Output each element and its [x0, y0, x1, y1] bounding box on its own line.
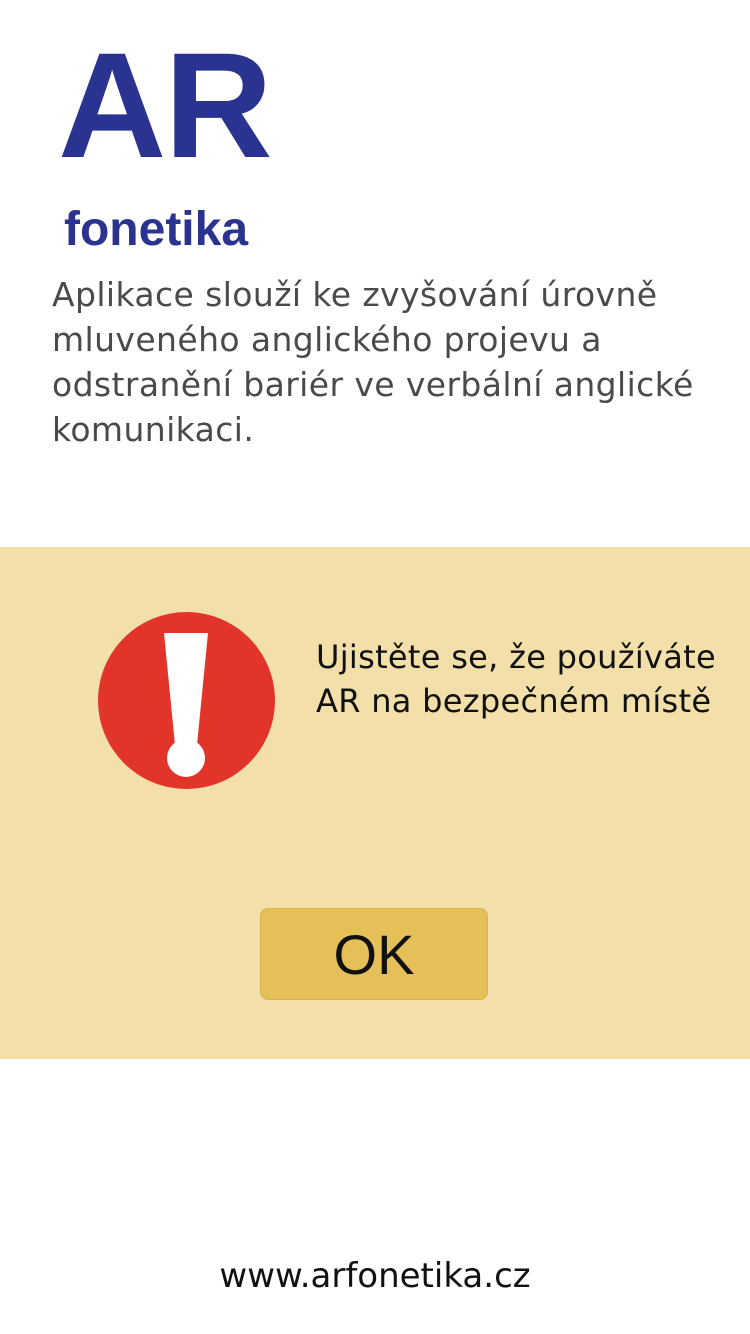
- app-description: Aplikace slouží ke zvyšování úrovně mluv…: [52, 275, 694, 449]
- ok-button[interactable]: OK: [260, 908, 488, 1000]
- logo-title: AR: [58, 21, 273, 189]
- logo-subtitle: fonetika: [64, 203, 249, 256]
- website-link[interactable]: www.arfonetika.cz: [0, 1252, 750, 1300]
- warning-message: Ujistěte se, že používáte AR na bezpečné…: [316, 638, 717, 720]
- warning-panel: Ujistěte se, že používáte AR na bezpečné…: [0, 547, 750, 1059]
- exclamation-icon: [98, 612, 275, 789]
- app-logo: AR fonetika: [58, 21, 288, 254]
